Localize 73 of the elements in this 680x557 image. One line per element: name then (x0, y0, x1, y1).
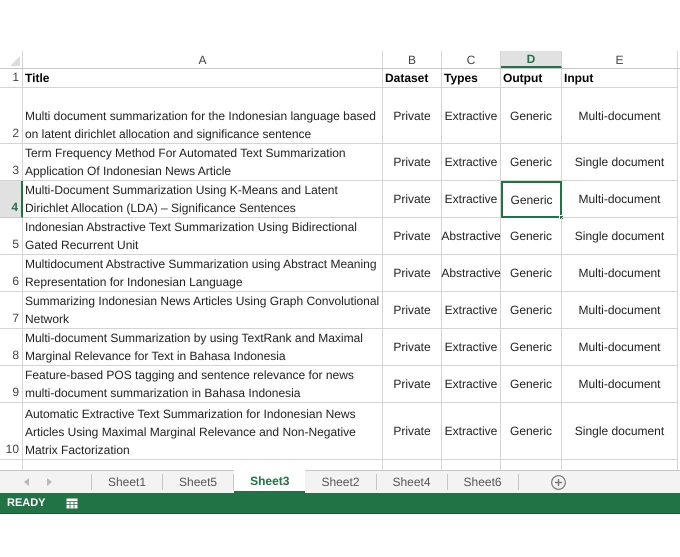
row-header[interactable]: 3 (0, 144, 23, 181)
sheet-tab[interactable]: Sheet2 (305, 474, 376, 490)
table-cell: Generic (501, 366, 562, 403)
table-cell: Multidocument Abstractive Summarization using Abstract Meaning Representation for Indonesian Language (23, 255, 383, 292)
table-cell: Private (383, 255, 442, 292)
table-cell: Indonesian Abstractive Text Summarization Using Bidirectional Gated Recurrent Unit (23, 218, 383, 255)
header-cell: Title (23, 69, 383, 88)
table-cell: Generic (501, 88, 562, 144)
header-cell: Dataset (383, 69, 442, 88)
table-cell: Multi-document (562, 292, 678, 329)
column-header[interactable]: B (383, 51, 442, 68)
table-cell: Extractive (442, 181, 501, 218)
table-cell: Private (383, 88, 442, 144)
table-cell: Summarizing Indonesian News Articles Using Graph Convolutional Network (23, 292, 383, 329)
header-cell: Output (501, 69, 562, 88)
row-header[interactable]: 9 (0, 366, 23, 403)
table-cell: Generic (501, 292, 562, 329)
table-cell: Automatic Extractive Text Summarization for Indonesian News Articles Using Maximal Marginal Relevance and Non-Negative Matrix Factorization (23, 403, 383, 460)
column-header[interactable]: E (562, 51, 678, 68)
status-text: READY (7, 496, 46, 511)
table-cell: Generic (501, 403, 562, 460)
table-cell: Multi document summarization for the Indonesian language based on latent dirichlet allocation and significance sentence (23, 88, 383, 144)
table-cell: Single document (562, 218, 678, 255)
table-cell: Extractive (442, 366, 501, 403)
row-header[interactable]: 6 (0, 255, 23, 292)
table-cell: Term Frequency Method For Automated Text Summarization Application Of Indonesian News Article (23, 144, 383, 181)
table-cell: Generic (501, 218, 562, 255)
row-header[interactable]: 2 (0, 88, 23, 144)
table-cell: Extractive (442, 292, 501, 329)
active-cell: Generic (501, 181, 562, 218)
table-cell: Extractive (442, 88, 501, 144)
table-cell: Multi-document (562, 88, 678, 144)
row-header[interactable]: 8 (0, 329, 23, 366)
row-header[interactable]: 5 (0, 218, 23, 255)
table-cell: Extractive (442, 329, 501, 366)
table-cell: Extractive (442, 403, 501, 460)
table-cell: Multi-document (562, 255, 678, 292)
add-sheet-icon[interactable] (550, 474, 566, 490)
table-cell: Private (383, 218, 442, 255)
sheet-icon[interactable] (66, 498, 78, 508)
row-header[interactable]: 4 (0, 181, 23, 218)
table-cell: Private (383, 292, 442, 329)
table-cell: Generic (501, 329, 562, 366)
column-header[interactable]: D (501, 51, 562, 68)
row-header[interactable]: 1 (0, 69, 23, 88)
table-cell: Private (383, 366, 442, 403)
table-cell: Generic (501, 255, 562, 292)
table-cell: Generic (501, 144, 562, 181)
table-cell: Private (383, 181, 442, 218)
table-cell: Multi-document Summarization by using TextRank and Maximal Marginal Relevance for Text in Bahasa Indonesia (23, 329, 383, 366)
column-header[interactable]: A (23, 51, 383, 68)
table-cell: Private (383, 403, 442, 460)
table-cell: Feature-based POS tagging and sentence relevance for news multi-document summarization in Bahasa Indonesia (23, 366, 383, 403)
fill-handle[interactable] (559, 215, 564, 220)
sheet-tab[interactable]: Sheet3 (234, 470, 306, 493)
header-cell: Input (562, 69, 678, 88)
sheet-tab[interactable]: Sheet6 (448, 474, 519, 490)
header-cell: Types (442, 69, 501, 88)
table-cell: Private (383, 329, 442, 366)
table-cell: Extractive (442, 144, 501, 181)
table-cell: Abstractive (442, 218, 501, 255)
row-header[interactable]: 10 (0, 403, 23, 460)
table-cell: Multi-document (562, 366, 678, 403)
table-cell: Single document (562, 144, 678, 181)
table-cell: Private (383, 144, 442, 181)
table-cell: Multi-document (562, 329, 678, 366)
table-cell: Multi-document (562, 181, 678, 218)
table-cell: Multi-Document Summarization Using K-Means and Latent Dirichlet Allocation (LDA) – Significance Sentences (23, 181, 383, 218)
row-header[interactable]: 7 (0, 292, 23, 329)
table-cell: Abstractive (442, 255, 501, 292)
sheet-tab[interactable]: Sheet4 (376, 474, 448, 490)
table-cell: Single document (562, 403, 678, 460)
sheet-tab[interactable]: Sheet1 (92, 474, 164, 490)
